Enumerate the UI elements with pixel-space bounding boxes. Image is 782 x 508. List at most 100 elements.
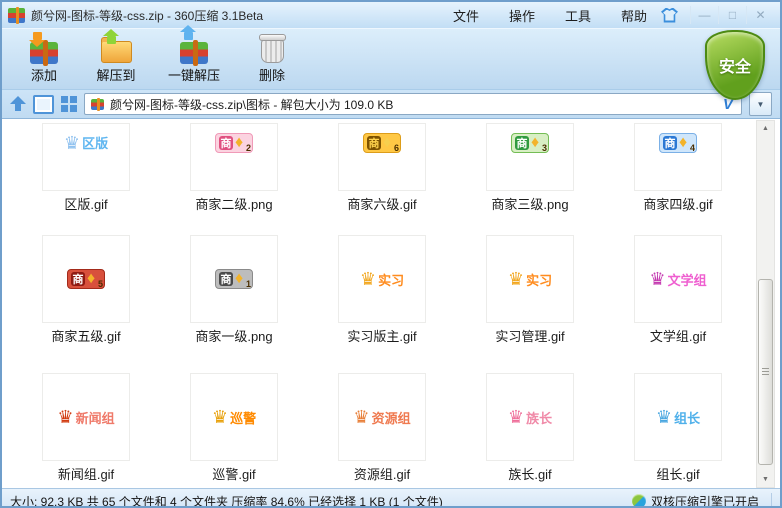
file-item[interactable]: ♛ 巡警 巡警.gif — [160, 345, 308, 483]
add-button[interactable]: 添加 — [8, 32, 80, 86]
close-button[interactable]: ✕ — [746, 6, 774, 24]
file-name: 新闻组.gif — [57, 467, 115, 482]
trash-icon — [255, 34, 289, 64]
file-thumbnail: 商 ♦ 6 — [338, 123, 426, 191]
merchant-badge-icon: 商 ♦ 5 — [67, 269, 105, 289]
extract-to-button[interactable]: 解压到 — [80, 29, 152, 86]
status-separator — [771, 493, 772, 506]
merchant-badge-icon: 商 ♦ 6 — [363, 133, 401, 153]
gem-level-icon: ♦ 4 — [679, 134, 695, 154]
crown-rank-icon: ♛ 巡警 — [211, 407, 257, 427]
file-name: 商家四级.gif — [643, 197, 713, 212]
file-item[interactable]: ♛ 新闻组 新闻组.gif — [12, 345, 160, 483]
file-thumbnail: 商 ♦ 5 — [42, 235, 130, 323]
extract-to-label: 解压到 — [96, 68, 136, 83]
title-bar: 颜兮网-图标-等级-css.zip - 360压缩 3.1Beta 文件 操作 … — [2, 2, 780, 28]
gem-level-icon: ♦ 5 — [87, 270, 103, 290]
gem-level-icon: ♦ 6 — [383, 134, 399, 154]
file-name: 族长.gif — [508, 467, 552, 482]
file-thumbnail: ♛ 族长 — [486, 373, 574, 461]
file-item[interactable]: 商 ♦ 6 商家六级.gif — [308, 119, 456, 213]
minimize-button[interactable]: — — [690, 6, 718, 24]
file-thumbnail: 商 ♦ 3 — [486, 123, 574, 191]
file-item[interactable]: 商 ♦ 1 商家一级.png — [160, 213, 308, 345]
menu-tools[interactable]: 工具 — [565, 6, 591, 25]
window-title: 颜兮网-图标-等级-css.zip - 360压缩 3.1Beta — [31, 8, 264, 23]
crown-rank-icon: ♛ 资源组 — [353, 407, 411, 427]
crown-rank-icon: ♛ 实习 — [359, 269, 405, 289]
delete-button[interactable]: 删除 — [236, 32, 308, 86]
file-thumbnail: 商 ♦ 2 — [190, 123, 278, 191]
scroll-up-arrow-icon[interactable]: ▲ — [757, 121, 774, 136]
toolbar: 添加 解压到 一键解压 删除 安全 — [2, 25, 780, 100]
file-name: 商家五级.gif — [51, 329, 121, 344]
archive-path-text: 颜兮网-图标-等级-css.zip\图标 - 解包大小为 109.0 KB — [110, 97, 394, 112]
window-controls: — □ ✕ — [690, 6, 774, 24]
gem-level-icon: ♦ 3 — [531, 134, 547, 154]
up-directory-button[interactable] — [10, 96, 26, 112]
file-thumbnail: ♛ 巡警 — [190, 373, 278, 461]
app-archive-icon — [8, 6, 25, 24]
file-thumbnail: ♛ 文学组 — [634, 235, 722, 323]
file-item[interactable]: ♛ 区版 区版.gif — [12, 119, 160, 213]
merchant-badge-icon: 商 ♦ 4 — [659, 133, 697, 153]
file-item[interactable]: ♛ 资源组 资源组.gif — [308, 345, 456, 483]
file-name: 资源组.gif — [353, 467, 411, 482]
extract-folder-icon — [99, 29, 133, 64]
crown-rank-icon: ♛ 文学组 — [649, 269, 707, 289]
view-large-icons-button[interactable] — [33, 94, 54, 114]
scroll-down-arrow-icon[interactable]: ▼ — [757, 472, 774, 487]
scrollbar-thumb[interactable] — [758, 279, 773, 465]
file-name: 实习版主.gif — [347, 329, 417, 344]
menu-operation[interactable]: 操作 — [509, 6, 535, 25]
file-thumbnail: ♛ 新闻组 — [42, 373, 130, 461]
file-item[interactable]: 商 ♦ 5 商家五级.gif — [12, 213, 160, 345]
file-item[interactable]: ♛ 族长 族长.gif — [456, 345, 604, 483]
file-thumbnail: ♛ 区版 — [42, 123, 130, 191]
gem-level-icon: ♦ 1 — [235, 270, 251, 290]
file-item[interactable]: 商 ♦ 4 商家四级.gif — [604, 119, 752, 213]
archive-path-icon — [91, 97, 104, 111]
engine-status: 双核压缩引擎已开启 — [631, 493, 763, 508]
crown-rank-icon: ♛ 族长 — [507, 407, 553, 427]
one-click-extract-icon — [177, 25, 211, 66]
file-thumbnail: ♛ 实习 — [338, 235, 426, 323]
file-name: 商家六级.gif — [347, 197, 417, 212]
view-grid-button[interactable] — [61, 96, 77, 112]
file-thumbnail: 商 ♦ 1 — [190, 235, 278, 323]
menu-help[interactable]: 帮助 — [621, 6, 647, 25]
file-item[interactable]: ♛ 文学组 文学组.gif — [604, 213, 752, 345]
vertical-scrollbar[interactable]: ▲ ▼ — [756, 120, 775, 488]
menu-file[interactable]: 文件 — [453, 6, 479, 25]
app-window: 颜兮网-图标-等级-css.zip - 360压缩 3.1Beta 文件 操作 … — [0, 0, 782, 508]
one-click-extract-button[interactable]: 一键解压 — [152, 25, 236, 86]
file-item[interactable]: ♛ 实习 实习版主.gif — [308, 213, 456, 345]
address-field[interactable]: 颜兮网-图标-等级-css.zip\图标 - 解包大小为 109.0 KB V — [84, 93, 742, 115]
file-name: 商家三级.png — [491, 197, 569, 212]
file-item[interactable]: 商 ♦ 2 商家二级.png — [160, 119, 308, 213]
crown-rank-icon: ♛ 组长 — [655, 407, 701, 427]
address-dropdown-button[interactable]: ▼ — [749, 92, 772, 116]
file-name: 巡警.gif — [212, 467, 256, 482]
crown-rank-icon: ♛ 新闻组 — [57, 407, 115, 427]
merchant-badge-icon: 商 ♦ 3 — [511, 133, 549, 153]
crown-rank-icon: ♛ 区版 — [63, 132, 109, 153]
one-click-extract-label: 一键解压 — [167, 68, 220, 83]
file-grid: ♛ 区版 区版.gif 商 ♦ 2 商家二级.png 商 ♦ 6 商家六级.gi… — [2, 119, 780, 483]
maximize-button[interactable]: □ — [718, 6, 746, 24]
add-archive-icon — [27, 32, 61, 66]
security-shield-label: 安全 — [718, 59, 751, 76]
file-name: 文学组.gif — [649, 329, 707, 344]
file-item[interactable]: 商 ♦ 3 商家三级.png — [456, 119, 604, 213]
skin-theme-icon[interactable] — [661, 7, 678, 23]
dual-core-engine-icon — [631, 494, 646, 506]
engine-status-text: 双核压缩引擎已开启 — [650, 494, 759, 508]
file-thumbnail: ♛ 实习 — [486, 235, 574, 323]
file-name: 实习管理.gif — [495, 329, 565, 344]
file-item[interactable]: ♛ 组长 组长.gif — [604, 345, 752, 483]
file-list-area: ♛ 区版 区版.gif 商 ♦ 2 商家二级.png 商 ♦ 6 商家六级.gi… — [2, 119, 780, 488]
file-item[interactable]: ♛ 实习 实习管理.gif — [456, 213, 604, 345]
file-name: 商家二级.png — [195, 197, 273, 212]
file-name: 商家一级.png — [195, 329, 273, 344]
add-button-label: 添加 — [30, 68, 57, 83]
